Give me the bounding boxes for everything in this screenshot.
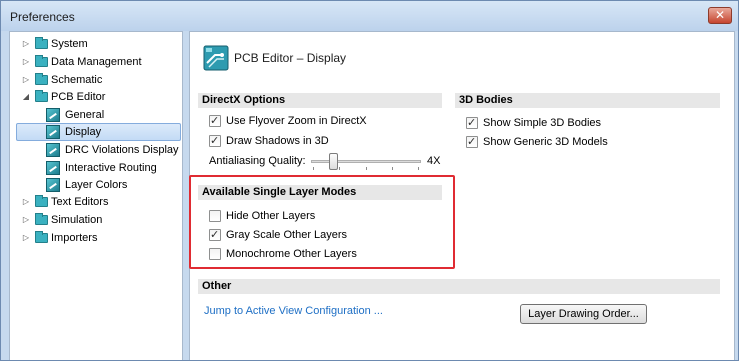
preferences-window: Preferences ✕ ▷ System ▷ Data Management… xyxy=(0,0,739,361)
tree-item-importers[interactable]: ▷ Importers xyxy=(21,229,181,247)
tree-item-label: Interactive Routing xyxy=(65,162,157,174)
tree-item-label: Layer Colors xyxy=(65,179,128,191)
tree-item-label: Simulation xyxy=(51,214,103,226)
tree-item-general[interactable]: General xyxy=(32,106,180,124)
title-bar[interactable]: Preferences ✕ xyxy=(1,1,738,31)
pcb-page-icon xyxy=(46,108,60,122)
tree-item-system[interactable]: ▷ System xyxy=(21,35,181,53)
tree-item-data-management[interactable]: ▷ Data Management xyxy=(21,53,181,71)
tree-item-label: Text Editors xyxy=(51,196,109,208)
layer-drawing-order-button[interactable]: Layer Drawing Order... xyxy=(520,304,647,324)
antialiasing-label: Antialiasing Quality: xyxy=(209,155,306,167)
pcb-page-icon xyxy=(46,178,60,192)
slider-ticks xyxy=(313,167,419,171)
flyover-zoom-checkbox[interactable] xyxy=(209,113,221,129)
checkbox-label: Hide Other Layers xyxy=(226,210,316,222)
preferences-tree[interactable]: ▷ System ▷ Data Management ▷ Schematic ◢… xyxy=(9,31,183,360)
tree-item-display[interactable]: Display xyxy=(16,123,181,141)
jump-to-active-view-configuration-link[interactable]: Jump to Active View Configuration ... xyxy=(204,305,383,317)
tree-item-label: General xyxy=(65,109,105,121)
single-layer-modes-header: Available Single Layer Modes xyxy=(198,185,442,200)
checkbox-label: Show Generic 3D Models xyxy=(483,136,608,148)
page-title: PCB Editor – Display xyxy=(234,51,347,65)
folder-icon xyxy=(35,37,48,49)
simple-3d-bodies-checkbox[interactable] xyxy=(466,115,478,131)
tree-item-label: Importers xyxy=(51,232,98,244)
tree-item-layer-colors[interactable]: Layer Colors xyxy=(32,176,180,194)
settings-panel: PCB Editor – Display DirectX Options Use… xyxy=(189,31,735,360)
hide-other-layers-checkbox[interactable] xyxy=(209,210,221,222)
checkbox-label: Monochrome Other Layers xyxy=(226,248,357,260)
pcb-page-icon xyxy=(46,125,60,139)
tree-item-interactive-routing[interactable]: Interactive Routing xyxy=(32,159,180,177)
antialiasing-value: 4X xyxy=(427,155,441,167)
antialiasing-slider-track[interactable] xyxy=(311,160,421,163)
tree-item-text-editors[interactable]: ▷ Text Editors xyxy=(21,193,181,211)
expand-arrow-icon[interactable]: ▷ xyxy=(21,53,31,71)
gray-scale-other-layers-checkbox[interactable] xyxy=(209,227,221,243)
pcb-display-icon xyxy=(203,45,229,71)
checkbox-label: Draw Shadows in 3D xyxy=(226,135,329,147)
expand-arrow-icon[interactable]: ▷ xyxy=(21,229,31,247)
folder-icon xyxy=(35,195,48,207)
tree-item-label: Data Management xyxy=(51,56,142,68)
folder-icon xyxy=(35,55,48,67)
other-header: Other xyxy=(198,279,720,294)
expand-arrow-icon[interactable]: ▷ xyxy=(21,71,31,89)
tree-item-pcb-editor[interactable]: ◢ PCB Editor xyxy=(21,88,181,106)
3d-bodies-header: 3D Bodies xyxy=(455,93,720,108)
folder-icon xyxy=(35,213,48,225)
directx-options-header: DirectX Options xyxy=(198,93,442,108)
monochrome-other-layers-checkbox[interactable] xyxy=(209,248,221,260)
tree-item-label: DRC Violations Display xyxy=(65,144,179,156)
expand-arrow-icon[interactable]: ▷ xyxy=(21,35,31,53)
pcb-page-icon xyxy=(46,161,60,175)
collapse-arrow-icon[interactable]: ◢ xyxy=(21,88,31,106)
folder-icon xyxy=(35,231,48,243)
expand-arrow-icon[interactable]: ▷ xyxy=(21,211,31,229)
window-title: Preferences xyxy=(10,10,75,24)
checkbox-label: Gray Scale Other Layers xyxy=(226,229,348,241)
checkbox-label: Use Flyover Zoom in DirectX xyxy=(226,115,367,127)
draw-shadows-checkbox[interactable] xyxy=(209,133,221,149)
pcb-page-icon xyxy=(46,143,60,157)
generic-3d-models-checkbox[interactable] xyxy=(466,134,478,150)
folder-icon xyxy=(35,90,48,102)
tree-item-drc-violations-display[interactable]: DRC Violations Display xyxy=(32,141,180,159)
tree-item-simulation[interactable]: ▷ Simulation xyxy=(21,211,181,229)
expand-arrow-icon[interactable]: ▷ xyxy=(21,193,31,211)
tree-item-label: PCB Editor xyxy=(51,91,106,103)
tree-item-schematic[interactable]: ▷ Schematic xyxy=(21,71,181,89)
antialiasing-row: Antialiasing Quality: 4X xyxy=(209,153,444,173)
tree-item-label: System xyxy=(51,38,88,50)
close-button[interactable]: ✕ xyxy=(708,7,732,24)
tree-item-label: Display xyxy=(65,126,102,138)
tree-item-label: Schematic xyxy=(51,74,103,86)
checkbox-label: Show Simple 3D Bodies xyxy=(483,117,602,129)
folder-icon xyxy=(35,73,48,85)
